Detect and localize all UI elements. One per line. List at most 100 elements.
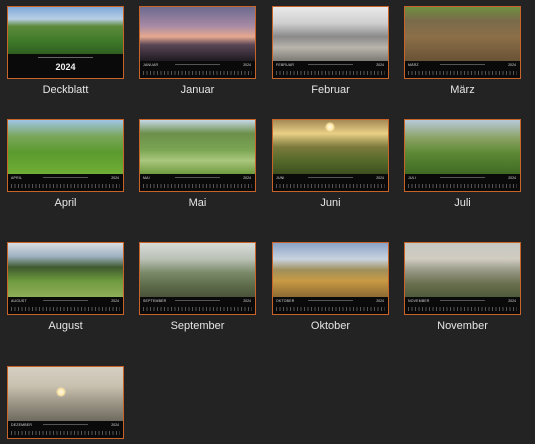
month-page-preview[interactable]: FEBRUAR 2024 [272,6,389,79]
strip-year: 2024 [376,63,384,67]
strip-caption-line [308,300,353,301]
strip-month-name: DEZEMBER [11,423,33,427]
strip-caption-line [440,300,485,301]
calendar-strip: OKTOBER 2024 [273,297,388,314]
strip-caption-line [308,177,353,178]
page-thumbnail-november[interactable]: NOVEMBER 2024 November [404,242,521,332]
strip-year: 2024 [376,176,384,180]
calendar-page-grid: 2024 Deckblatt JANUAR 2024 Januar FEBRUA… [0,0,535,444]
strip-day-grid [11,184,120,188]
page-thumbnail-maerz[interactable]: MÄRZ 2024 März [404,6,521,96]
strip-year: 2024 [508,63,516,67]
strip-month-name: FEBRUAR [276,63,295,67]
strip-day-grid [11,307,120,311]
strip-caption-line [308,64,353,65]
page-label: Mai [188,197,207,209]
page-label: März [450,84,475,96]
calendar-strip: DEZEMBER 2024 [8,421,123,438]
calendar-strip: MÄRZ 2024 [405,61,520,78]
calendar-strip: APRIL 2024 [8,174,123,191]
page-thumbnail-mai[interactable]: MAI 2024 Mai [139,119,256,209]
calendar-strip: AUGUST 2024 [8,297,123,314]
strip-year: 2024 [508,299,516,303]
strip-day-grid [11,431,120,435]
month-photo [405,7,520,61]
strip-caption-line [43,177,88,178]
cover-page-preview[interactable]: 2024 [7,6,124,79]
page-label: Oktober [310,320,351,332]
month-page-preview[interactable]: APRIL 2024 [7,119,124,192]
strip-month-name: APRIL [11,176,23,180]
strip-year: 2024 [243,176,251,180]
page-thumbnail-juli[interactable]: JULI 2024 Juli [404,119,521,209]
strip-year: 2024 [508,176,516,180]
strip-day-grid [143,307,252,311]
strip-month-name: NOVEMBER [408,299,430,303]
month-photo [273,7,388,61]
month-page-preview[interactable]: AUGUST 2024 [7,242,124,315]
page-thumbnail-januar[interactable]: JANUAR 2024 Januar [139,6,256,96]
month-photo [405,243,520,297]
strip-caption-line [175,177,220,178]
month-page-preview[interactable]: MAI 2024 [139,119,256,192]
strip-day-grid [276,71,385,75]
strip-month-name: OKTOBER [276,299,295,303]
strip-month-name: JULI [408,176,416,180]
month-page-preview[interactable]: JULI 2024 [404,119,521,192]
page-label: Februar [311,84,350,96]
month-photo [273,243,388,297]
month-photo [405,120,520,174]
month-photo [140,120,255,174]
month-page-preview[interactable]: SEPTEMBER 2024 [139,242,256,315]
strip-caption-line [43,300,88,301]
strip-month-name: JANUAR [143,63,159,67]
strip-day-grid [408,307,517,311]
month-page-preview[interactable]: OKTOBER 2024 [272,242,389,315]
strip-year: 2024 [111,299,119,303]
page-thumbnail-april[interactable]: APRIL 2024 April [7,119,124,209]
strip-year: 2024 [111,423,119,427]
page-thumbnail-dezember[interactable]: DEZEMBER 2024 [7,366,124,439]
page-label: November [437,320,488,332]
sun-glow-icon [56,387,66,397]
strip-day-grid [143,184,252,188]
page-thumbnail-oktober[interactable]: OKTOBER 2024 Oktober [272,242,389,332]
strip-day-grid [408,184,517,188]
page-label: Juli [454,197,471,209]
strip-month-name: JUNI [276,176,285,180]
strip-day-grid [143,71,252,75]
strip-year: 2024 [243,299,251,303]
strip-month-name: AUGUST [11,299,27,303]
cover-photo [8,7,123,55]
page-label: September [170,320,225,332]
strip-month-name: MÄRZ [408,63,419,67]
strip-year: 2024 [111,176,119,180]
strip-caption-line [440,177,485,178]
strip-month-name: SEPTEMBER [143,299,167,303]
calendar-strip: JULI 2024 [405,174,520,191]
month-page-preview[interactable]: MÄRZ 2024 [404,6,521,79]
calendar-strip: FEBRUAR 2024 [273,61,388,78]
page-thumbnail-deckblatt[interactable]: 2024 Deckblatt [7,6,124,96]
month-page-preview[interactable]: JANUAR 2024 [139,6,256,79]
strip-caption-line [175,300,220,301]
calendar-strip: MAI 2024 [140,174,255,191]
strip-day-grid [276,307,385,311]
page-label: April [54,197,77,209]
page-thumbnail-september[interactable]: SEPTEMBER 2024 September [139,242,256,332]
page-thumbnail-juni[interactable]: JUNI 2024 Juni [272,119,389,209]
month-page-preview[interactable]: JUNI 2024 [272,119,389,192]
month-page-preview[interactable]: DEZEMBER 2024 [7,366,124,439]
strip-caption-line [43,424,88,425]
page-thumbnail-august[interactable]: AUGUST 2024 August [7,242,124,332]
page-label: Januar [180,84,215,96]
strip-caption-line [175,64,220,65]
month-page-preview[interactable]: NOVEMBER 2024 [404,242,521,315]
strip-year: 2024 [376,299,384,303]
sun-glow-icon [325,122,335,132]
cover-title-strip: 2024 [8,54,123,78]
page-thumbnail-februar[interactable]: FEBRUAR 2024 Februar [272,6,389,96]
calendar-strip: JUNI 2024 [273,174,388,191]
month-photo [8,120,123,174]
page-label: Deckblatt [42,84,89,96]
